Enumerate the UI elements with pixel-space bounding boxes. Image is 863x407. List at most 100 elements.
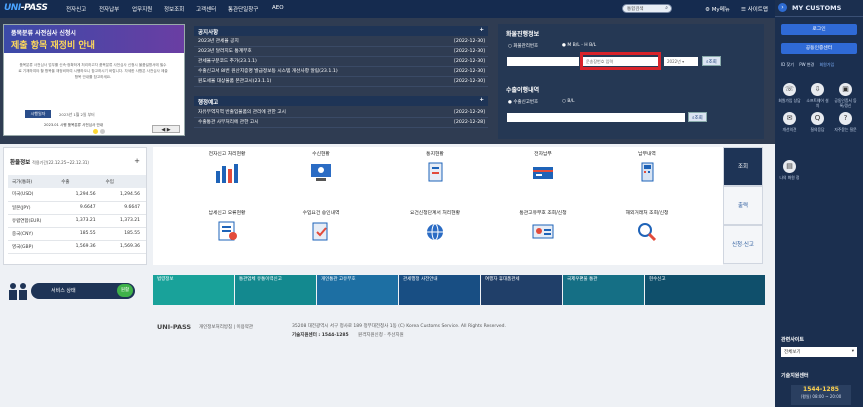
faq-icon: ? xyxy=(839,112,852,125)
export-input[interactable] xyxy=(507,113,685,122)
footer-remote-support[interactable]: 원격지원신청 · 주선지원 xyxy=(358,332,404,338)
list-item[interactable]: 2023년 달러지도 통계부호 [2022-12-30] xyxy=(194,47,488,57)
cargo-radio-mgmt[interactable]: ○ 화물관리번호 xyxy=(508,43,538,49)
cell-country: 일본(JPY) xyxy=(8,201,58,215)
signup-link[interactable]: 회원가입 xyxy=(819,62,834,67)
monitor-icon xyxy=(308,161,334,183)
col-header: 수입 xyxy=(101,175,146,188)
strip-law[interactable]: 법령정보 xyxy=(153,275,234,305)
nav-item-customer[interactable]: 고객센터 xyxy=(196,5,216,13)
list-item[interactable]: 2023년 관세율 공지 [2022-12-30] xyxy=(194,37,488,47)
nav-item-e-payment[interactable]: 전자납부 xyxy=(99,5,119,13)
export-radio-decl[interactable]: ● 수출신고번호 xyxy=(508,99,538,105)
callcenter-tel: 1544-1285 xyxy=(803,386,839,393)
shortcut-label: 회원가입 상담 xyxy=(778,98,801,103)
header-search-input[interactable]: 통합검색 ⌕ xyxy=(622,4,672,13)
pager-dot[interactable] xyxy=(99,129,105,134)
svc-payment-history[interactable]: 납부내역 xyxy=(609,152,685,183)
unipass-logo[interactable]: UNI-PASS xyxy=(4,3,48,14)
svc-label: 전자납부 xyxy=(534,152,552,157)
nav-item-e-declaration[interactable]: 전자신고 xyxy=(66,5,86,13)
list-item[interactable]: 수출신고서 8I번 원산지증명 발급정보등 시스템 개선사항 알림(23.1.1… xyxy=(194,67,488,77)
tab-inquiry[interactable]: 조회 xyxy=(723,147,763,186)
svc-notify-status[interactable]: 통지현황 xyxy=(397,152,473,183)
cell-import: 1,569.36 xyxy=(101,240,146,254)
my-menu-link[interactable]: ⚙ My메뉴 xyxy=(705,5,730,13)
cell-country: 영국(GBP) xyxy=(8,240,58,254)
nav-item-single-window[interactable]: 통관단일창구 xyxy=(228,5,258,13)
strip-advance-notice[interactable]: 관세행정 사전안내 xyxy=(399,275,480,305)
banner-pager[interactable] xyxy=(93,129,107,134)
strip-distribution[interactable]: 통관업체 유통이력신고 xyxy=(235,275,316,305)
export-radio-bl[interactable]: ○ B/L xyxy=(562,99,574,104)
nav-item-aeo[interactable]: AEO xyxy=(272,5,284,11)
tab-print[interactable]: 출력 xyxy=(723,186,763,225)
sidebar-toggle-icon[interactable]: › xyxy=(778,3,787,12)
svc-customs-code[interactable]: 통관고유부호 조회/신청 xyxy=(505,211,581,242)
mbl-input[interactable] xyxy=(507,57,579,66)
faq-shortcut[interactable]: ? 자주묻는 질문 xyxy=(834,112,857,132)
export-search-button[interactable]: ⌕조회 xyxy=(688,112,707,122)
banner-nav-controls[interactable]: ◀ ▶ xyxy=(152,125,180,133)
svc-epay[interactable]: 전자납부 xyxy=(505,152,581,183)
cert-center-button[interactable]: 공동인증센터 xyxy=(781,43,857,54)
footer-address: 35208 대전광역시 서구 청사로 189 정부대전청사 1동 (C) Kor… xyxy=(292,324,506,329)
right-sidebar: › MY CUSTOMS 로그인 공동인증센터 ID 찾기 PW 변경 회원가입… xyxy=(775,0,863,407)
strip-present-declaration[interactable]: 현수신고 xyxy=(645,275,765,305)
my-doc-shortcut[interactable]: ▤ 나의 화원 정 xyxy=(778,160,801,180)
list-item[interactable]: 원도세율 대상물품 본관고시(23.1.1) [2022-12-30] xyxy=(194,77,488,87)
button-label: 조회 xyxy=(694,116,703,121)
strip-label: 개인통관 고유부호 xyxy=(321,277,356,282)
software-install-shortcut[interactable]: ⇩ 소프트웨어 설치 xyxy=(806,83,829,108)
svc-edecl-status[interactable]: 전자신고 처리현황 xyxy=(189,152,265,183)
svc-overseas-partner[interactable]: 해외거래처 조회/신청 xyxy=(609,211,685,242)
svc-label: 해외거래처 조회/신청 xyxy=(625,211,669,216)
admin-more-icon[interactable]: + xyxy=(479,97,484,103)
qa-shortcut[interactable]: Q 질의응답 xyxy=(806,112,829,132)
col-header: 수출 xyxy=(57,175,102,188)
list-item[interactable]: 관세율구분코드 추가(23.1.1) [2022-12-30] xyxy=(194,57,488,67)
year-select[interactable]: 2022년 ▾ xyxy=(664,57,698,66)
feedback-shortcut[interactable]: ✉ 개선의견 xyxy=(778,112,801,132)
promo-banner[interactable]: 품목분류 사전심사 신청시 제출 항목 재정비 안내 품목분류 사전심사 업무를… xyxy=(3,24,185,136)
document-icon xyxy=(422,161,448,183)
strip-personal-code[interactable]: 개인통관 고유부호 xyxy=(317,275,398,305)
nav-item-info[interactable]: 정보조회 xyxy=(164,5,184,13)
svc-label: 전자신고 처리현황 xyxy=(208,152,246,157)
change-pw-link[interactable]: PW 변경 xyxy=(799,62,814,67)
strip-postal[interactable]: 국제우편물 통관 xyxy=(563,275,644,305)
search-icon[interactable]: ⌕ xyxy=(665,5,668,11)
notices-more-icon[interactable]: + xyxy=(479,27,484,33)
list-item[interactable]: 자유무역지역 반출입물품의 관리에 관한 고시 [2022-12-29] xyxy=(194,108,488,118)
pager-dot-active[interactable] xyxy=(93,129,98,134)
svc-receive-status[interactable]: 수신현황 xyxy=(283,152,359,183)
svc-requirement-status[interactable]: 요건신청단계서 처리현황 xyxy=(397,211,473,242)
svc-tax-error[interactable]: 납세신고 오류현황 xyxy=(189,211,265,242)
cell-country: 미국(USD) xyxy=(8,188,58,202)
related-sites-select[interactable]: 전체보기 ▾ xyxy=(781,347,857,357)
footer-links[interactable]: 개인정보처리방침 | 이용약관 xyxy=(199,324,253,330)
find-id-link[interactable]: ID 찾기 xyxy=(781,62,794,67)
svc-label: 납부내역 xyxy=(638,152,656,157)
cargo-radio-bl[interactable]: ● M B/L - H B/L xyxy=(562,43,596,48)
signup-consult-shortcut[interactable]: ☏ 회원가입 상담 xyxy=(778,83,801,103)
calculator-icon xyxy=(634,161,660,183)
login-button[interactable]: 로그인 xyxy=(781,24,857,35)
nav-item-support[interactable]: 업무지원 xyxy=(132,5,152,13)
list-item[interactable]: 수출통관 사무처리에 관한 고시 [2022-12-28] xyxy=(194,118,488,128)
notices-title: 공지사항 xyxy=(198,30,219,36)
admin-notice-date: [2022-12-28] xyxy=(454,120,485,125)
strip-label: 현수신고 xyxy=(649,277,666,282)
strip-traveler[interactable]: 여행자 휴대품관세 xyxy=(481,275,562,305)
exchange-more-icon[interactable]: + xyxy=(134,157,140,165)
my-menu-label: My메뉴 xyxy=(711,7,730,13)
banner-date: 2023년 1월 2일 부터 xyxy=(59,112,95,117)
certificate-shortcut[interactable]: ▣ 공동인증서 등록/갱신 xyxy=(834,83,857,108)
banner-detail-button[interactable]: 시행일자 xyxy=(25,110,51,118)
svc-import-approval[interactable]: 수입요건 승인내역 xyxy=(283,211,359,242)
sitemap-link[interactable]: ☰ 사이트맵 xyxy=(741,5,768,13)
download-icon: ⇩ xyxy=(811,83,824,96)
notice-text: 수출신고서 8I번 원산지증명 발급정보등 시스템 개선사항 알림(23.1.1… xyxy=(198,69,338,74)
cargo-search-button[interactable]: ⌕조회 xyxy=(702,56,721,66)
tab-apply[interactable]: 신청·신고 xyxy=(723,225,763,264)
